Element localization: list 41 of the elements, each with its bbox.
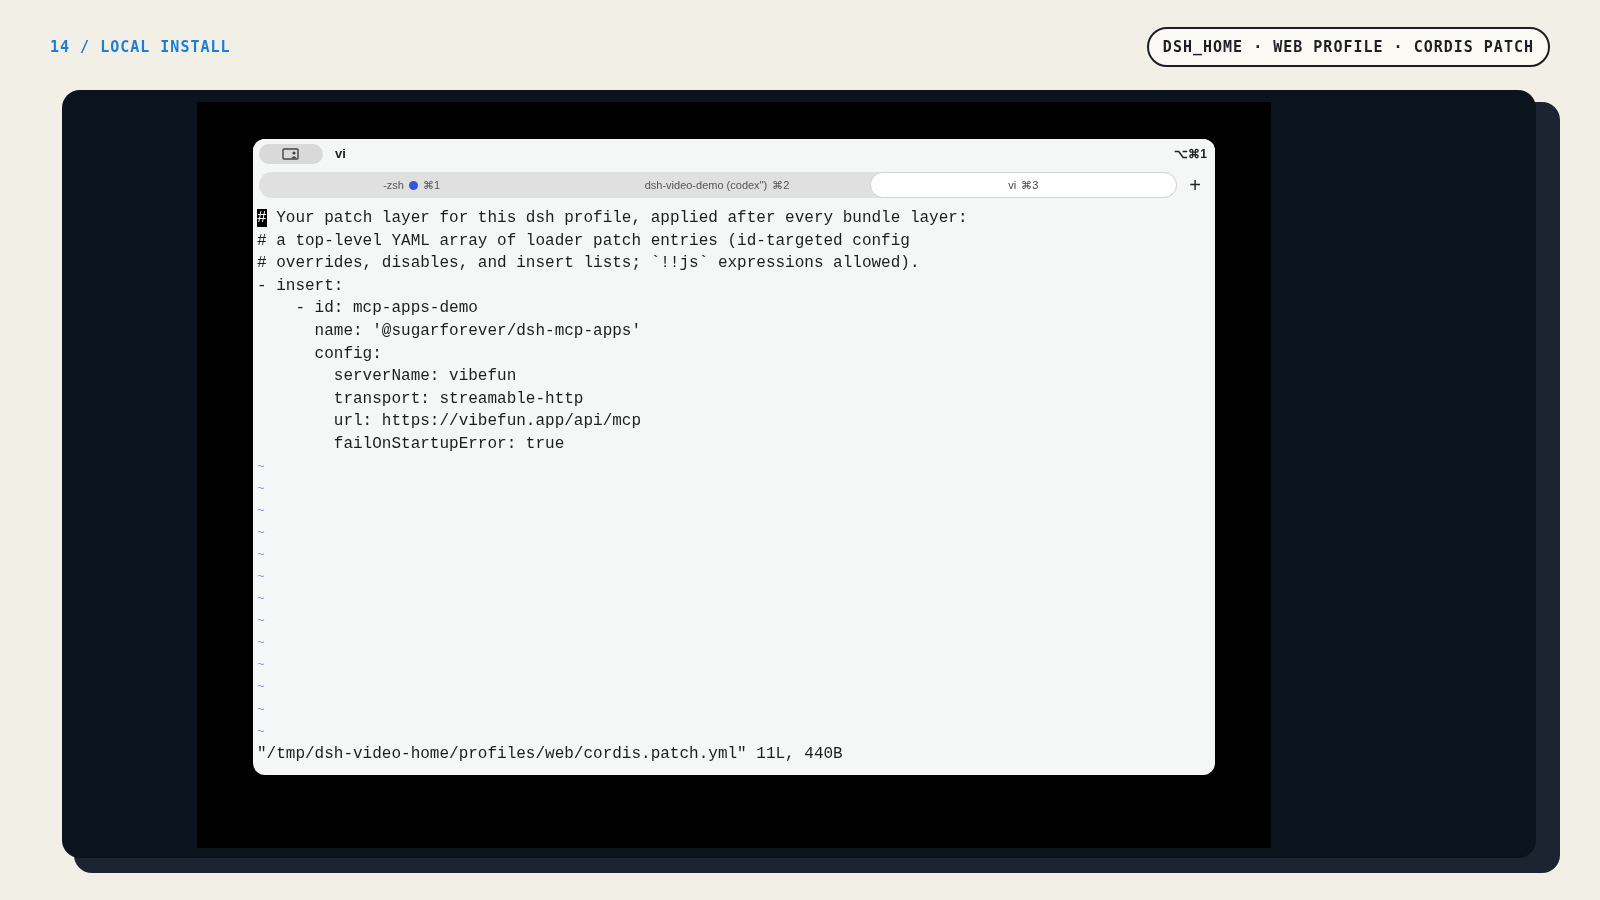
code-line: failOnStartupError: true (332, 433, 566, 455)
empty-line-marker: ~ (257, 480, 265, 496)
tab-shortcut: ⌘3 (1021, 177, 1039, 193)
code-line: name: '@sugarforever/dsh-mcp-apps' (313, 320, 643, 342)
topic-pill: DSH_HOME · WEB PROFILE · CORDIS PATCH (1146, 26, 1550, 68)
window-title: vi (335, 145, 346, 164)
code-line: - id: mcp-apps-demo (294, 298, 479, 320)
code-line: config: (313, 343, 383, 365)
empty-line-marker: ~ (257, 679, 265, 695)
window-icon-button[interactable] (259, 144, 323, 164)
code-line: # overrides, disables, and insert lists; `!!js` expressions allowed). (257, 253, 921, 275)
code-line: - insert: (257, 275, 345, 297)
empty-line-marker: ~ (257, 569, 265, 584)
window-shortcut: ⌥⌘1 (1174, 146, 1207, 163)
window-person-icon (282, 148, 300, 160)
empty-line-marker: ~ (257, 591, 265, 607)
empty-line-marker: ~ (257, 723, 265, 739)
empty-line-marker: ~ (257, 502, 265, 518)
tab-shortcut: ⌘1 (423, 177, 441, 193)
empty-line-marker: ~ (257, 458, 265, 474)
terminal-tab[interactable]: -zsh ⌘1 (259, 172, 565, 198)
empty-line-marker: ~ (257, 613, 265, 629)
tab-label: vi (1008, 177, 1017, 193)
new-tab-button[interactable]: + (1181, 172, 1209, 198)
tab-shortcut: ⌘2 (772, 177, 790, 193)
section-label: 14 / LOCAL INSTALL (50, 36, 231, 58)
empty-line-marker: ~ (257, 701, 265, 717)
empty-line-marker: ~ (257, 546, 265, 562)
terminal-tab[interactable]: dsh-video-demo (codex") ⌘2 (564, 172, 870, 198)
code-line: url: https://vibefun.app/api/mcp (332, 411, 643, 433)
empty-line-marker: ~ (257, 657, 265, 673)
code-line: transport: streamable-http (332, 388, 585, 410)
empty-line-marker: ~ (257, 524, 265, 540)
code-line: # Your patch layer for this dsh profile, applied after every bundle layer: (257, 208, 969, 229)
code-line: serverName: vibefun (332, 366, 518, 388)
tab-label: -zsh (383, 177, 404, 193)
status-line: "/tmp/dsh-video-home/profiles/web/cordis.patch.yml" 11L, 440B (257, 743, 844, 765)
empty-line-marker: ~ (257, 635, 265, 651)
code-line: # a top-level YAML array of loader patch entries (id-targeted config (257, 230, 911, 252)
terminal-tab[interactable]: vi ⌘3 (869, 172, 1177, 198)
tab-label: dsh-video-demo (codex") (644, 177, 768, 193)
